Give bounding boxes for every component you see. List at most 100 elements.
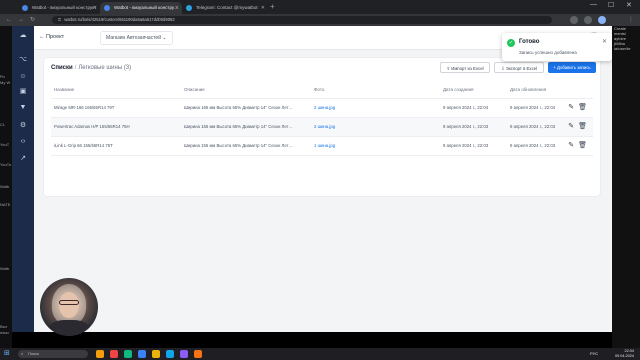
toast-message: Запись успешно добавлена (519, 50, 577, 55)
webcam-glasses (59, 300, 79, 305)
url-input[interactable]: ⚿ watbot.ru/bots/42519/custom/661190da5a6… (52, 16, 552, 24)
clock-date: 09.04.2024 (614, 354, 634, 358)
telegram-icon[interactable] (166, 350, 174, 358)
briefcase-icon[interactable]: ▣ (19, 88, 27, 96)
browser-menu-icon[interactable]: ⋮ (628, 15, 634, 25)
close-window-icon[interactable]: ✕ (626, 1, 632, 9)
import-label: Импорт из Excel (451, 66, 484, 71)
export-excel-button[interactable]: ⇩ Экспорт в Excel (494, 62, 544, 73)
success-toast: ✓ Готово Запись успешно добавлена ✕ (502, 33, 612, 61)
table-row[interactable]: Mirage MR-166 165/65R14 79T Ширина 165 м… (51, 99, 593, 117)
new-tab-icon[interactable]: + (270, 2, 275, 12)
extension-icon[interactable] (584, 16, 592, 24)
table-row[interactable]: Powertrac Adamas H/P 155/65R14 75H Ширин… (51, 118, 593, 136)
edit-icon[interactable]: ✎ (568, 123, 574, 130)
bg-text: Watb (0, 266, 10, 271)
taskbar-search[interactable]: ⌕ Поиск (18, 350, 88, 358)
bg-text: Watb (0, 184, 10, 189)
table-header: Название Описание Фото Дата создания Дат… (51, 87, 593, 97)
settings-icon[interactable]: ⚙ (19, 122, 27, 130)
maximize-icon[interactable]: ☐ (608, 1, 614, 9)
app-icon[interactable] (194, 350, 202, 358)
back-label: Проект (46, 34, 65, 40)
clock[interactable]: 22:04 09.04.2024 (615, 349, 634, 359)
app-main: ← Проект Магазин Автозапчастей ⌄ Списки /… (34, 26, 612, 332)
close-tab-icon[interactable]: ✕ (93, 2, 97, 14)
tab-label: Watbot - визуальный констру… (114, 5, 179, 10)
code-icon[interactable]: ‹› (19, 138, 27, 146)
bg-text: начи (0, 330, 9, 335)
users-icon[interactable]: ☺ (19, 73, 27, 81)
bg-text: ia/user/br (614, 46, 631, 51)
profile-avatar-icon[interactable] (598, 16, 606, 24)
cell-created: 9 апреля 2024 г., 22:03 (443, 124, 489, 129)
cell-updated: 9 апреля 2024 г., 22:04 (510, 105, 556, 110)
windows-start-icon[interactable]: ⊞ (4, 350, 10, 358)
app-icon[interactable] (138, 350, 146, 358)
column-header-created[interactable]: Дата создания (443, 87, 474, 92)
taskbar: ⊞ ⌕ Поиск РУС 22:04 09.04.2024 (0, 348, 640, 360)
address-bar-row: ← → ↻ ⚿ watbot.ru/bots/42519/custom/66119… (0, 14, 640, 26)
column-header-description[interactable]: Описание (184, 87, 205, 92)
back-arrow-icon[interactable]: ← (6, 15, 12, 25)
language-indicator[interactable]: РУС (590, 351, 598, 356)
app-icon[interactable] (110, 350, 118, 358)
trash-icon[interactable]: 🗑 (578, 123, 587, 130)
cell-description: Ширина 165 мм Высота 65% Диаметр 14" Сез… (184, 105, 293, 110)
breadcrumb-lists-link[interactable]: Списки (51, 65, 73, 71)
divider (51, 155, 593, 156)
cell-photo-link[interactable]: 2 шина.jpg (314, 124, 335, 129)
app-icon[interactable] (180, 350, 188, 358)
chrome-icon[interactable] (152, 350, 160, 358)
browser-tab-2[interactable]: Watbot - визуальный констру… ✕ (100, 2, 182, 14)
chart-icon[interactable]: ↗ (19, 155, 27, 163)
breadcrumb-separator: / (74, 65, 77, 71)
cell-photo-link[interactable]: 2 шина.jpg (314, 105, 335, 110)
cloud-logo-icon[interactable]: ☁ (19, 32, 27, 40)
browser-tab-1[interactable]: Watbot - визуальный конструкт ✕ (18, 2, 100, 14)
cell-photo-link[interactable]: 1 шина.jpg (314, 143, 335, 148)
hierarchy-icon[interactable]: ⌥ (19, 56, 27, 64)
breadcrumb-current: Легковые шины (3) (78, 65, 132, 71)
tab-label: Watbot - визуальный конструкт (32, 5, 97, 10)
edit-icon[interactable]: ✎ (568, 104, 574, 111)
minimize-icon[interactable]: — (590, 1, 597, 8)
toast-title: Готово (519, 39, 540, 45)
app-icon[interactable] (124, 350, 132, 358)
cell-updated: 9 апреля 2024 г., 22:03 (510, 124, 556, 129)
filter-icon[interactable]: ▼ (19, 104, 27, 112)
browser-tab-3[interactable]: Telegram: Contact @mywatbot ✕ (182, 2, 268, 14)
close-tab-icon[interactable]: ✕ (261, 2, 265, 14)
table-row[interactable]: iLink L-Grip 66 155/65R14 75T Ширина 155… (51, 137, 593, 155)
project-select-value: Магазин Автозапчастей (106, 35, 161, 41)
add-record-button[interactable]: + Добавить запись (548, 62, 596, 73)
bg-text: CL (0, 122, 6, 127)
webcam-body (48, 320, 90, 336)
column-header-name[interactable]: Название (54, 87, 74, 92)
cell-description: Ширина 155 мм Высота 65% Диаметр 14" Сез… (184, 143, 293, 148)
column-header-photo[interactable]: Фото (314, 87, 324, 92)
trash-icon[interactable]: 🗑 (578, 142, 587, 149)
close-tab-icon[interactable]: ✕ (175, 2, 179, 14)
file-explorer-icon[interactable] (96, 350, 104, 358)
app-sidebar: ☁ ⌥ ☺ ▣ ▼ ⚙ ‹› ↗ (12, 26, 34, 332)
back-to-project-link[interactable]: ← Проект (39, 34, 64, 40)
add-label: + Добавить запись (553, 65, 591, 70)
reload-icon[interactable]: ↻ (30, 15, 35, 25)
edit-icon[interactable]: ✎ (568, 142, 574, 149)
extension-icon[interactable] (570, 16, 578, 24)
close-icon[interactable]: ✕ (602, 38, 607, 45)
column-header-updated[interactable]: Дата обновления (510, 87, 546, 92)
forward-arrow-icon[interactable]: → (18, 15, 24, 25)
cell-created: 9 апреля 2024 г., 22:04 (443, 105, 489, 110)
chevron-down-icon: ⌄ (162, 35, 167, 41)
bg-text: NATE (0, 202, 11, 207)
project-select[interactable]: Магазин Автозапчастей ⌄ (100, 31, 173, 45)
background-window-right: Create ments/ ayfoire jt/Mba ia/user/br (612, 26, 640, 348)
import-excel-button[interactable]: ⇪ Импорт из Excel (440, 62, 490, 73)
trash-icon[interactable]: 🗑 (578, 104, 587, 111)
search-placeholder: Поиск (28, 351, 40, 356)
bg-text: Ро (0, 74, 5, 79)
cell-name: Mirage MR-166 165/65R14 79T (54, 105, 115, 110)
cell-name: Powertrac Adamas H/P 155/65R14 75H (54, 124, 130, 129)
